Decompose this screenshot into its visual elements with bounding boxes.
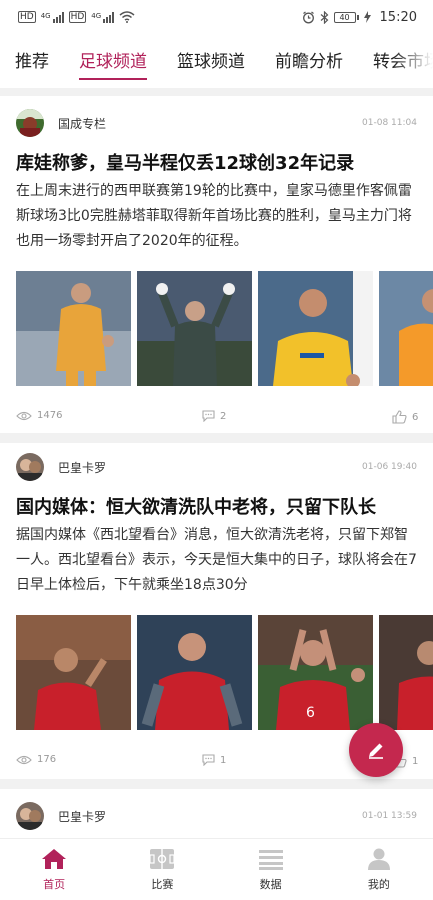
match-icon	[149, 848, 175, 869]
status-bar: HD 4G HD 4G 40 15:20	[0, 0, 433, 34]
article-image[interactable]	[137, 615, 252, 730]
card-separator	[0, 433, 433, 443]
article-header: 巴皇卡罗 01-06 19:40	[16, 447, 417, 487]
comments-count: 1	[220, 754, 227, 766]
author-avatar[interactable]	[16, 802, 44, 830]
article-header: 国成专栏 01-08 11:04	[16, 103, 417, 143]
bluetooth-icon	[320, 10, 328, 24]
likes-count: 6	[412, 411, 419, 423]
views-count: 1476	[37, 410, 63, 421]
wifi-icon	[119, 11, 135, 23]
publish-time: 01-08 11:04	[362, 118, 417, 128]
views-stat: 176	[16, 754, 56, 765]
article-card[interactable]: 巴皇卡罗 01-01 13:59	[0, 796, 433, 836]
category-tabs: 推荐 足球频道 篮球频道 前瞻分析 转会市场	[0, 38, 433, 88]
article-image[interactable]	[16, 615, 131, 730]
article-image[interactable]	[379, 271, 433, 386]
svg-text:6: 6	[306, 705, 315, 721]
charging-icon	[363, 11, 371, 23]
pencil-icon	[369, 743, 383, 759]
nav-label: 首页	[43, 877, 66, 891]
nav-label: 数据	[259, 877, 282, 891]
article-title[interactable]: 库娃称爹，皇马半程仅丢12球创32年记录	[16, 151, 417, 177]
tab-basketball[interactable]: 篮球频道	[162, 38, 260, 88]
likes-stat[interactable]: 6	[392, 410, 418, 424]
publish-time: 01-01 13:59	[362, 811, 417, 821]
nav-match[interactable]: 比赛	[108, 839, 216, 900]
nav-profile[interactable]: 我的	[325, 839, 433, 900]
nav-label: 我的	[367, 877, 390, 891]
status-left: HD 4G HD 4G	[18, 11, 135, 23]
article-images	[16, 271, 433, 386]
eye-icon	[16, 411, 32, 420]
thumbs-up-icon	[392, 410, 407, 424]
views-stat: 1476	[16, 410, 62, 421]
sim2-icon: HD	[68, 11, 87, 23]
article-image[interactable]	[258, 271, 373, 386]
article-image[interactable]: 6	[258, 615, 373, 730]
author-name[interactable]: 国成专栏	[58, 115, 362, 132]
author-name[interactable]: 巴皇卡罗	[58, 459, 362, 476]
data-icon	[258, 849, 283, 870]
author-avatar[interactable]	[16, 453, 44, 481]
author-avatar[interactable]	[16, 109, 44, 137]
signal2-icon: 4G	[91, 11, 115, 23]
article-header: 巴皇卡罗 01-01 13:59	[16, 796, 417, 836]
profile-icon	[367, 848, 390, 870]
article-image[interactable]	[137, 271, 252, 386]
article-title[interactable]: 国内媒体：恒大欲清洗队中老将，只留下队长	[16, 495, 417, 521]
nav-label: 比赛	[151, 877, 174, 891]
nav-home[interactable]: 首页	[0, 839, 108, 900]
tab-recommend[interactable]: 推荐	[0, 38, 64, 88]
tabs-divider	[0, 88, 433, 96]
comments-stat[interactable]: 1	[202, 754, 226, 766]
article-images: 6	[16, 615, 433, 730]
status-right: 40 15:20	[302, 10, 417, 25]
article-summary[interactable]: 在上周末进行的西甲联赛第19轮的比赛中，皇家马德里作客佩雷斯球场3比0完胜赫塔菲…	[16, 179, 417, 254]
views-count: 176	[37, 754, 57, 765]
battery-icon: 40	[333, 11, 359, 23]
tabs-fade	[393, 38, 433, 88]
card-separator	[0, 779, 433, 789]
comments-count: 2	[220, 410, 227, 422]
compose-button[interactable]	[349, 723, 403, 777]
article-card[interactable]: 国成专栏 01-08 11:04 库娃称爹，皇马半程仅丢12球创32年记录 在上…	[0, 103, 433, 436]
bottom-nav: 首页 比赛 数据 我的	[0, 838, 433, 900]
comments-stat[interactable]: 2	[202, 410, 226, 422]
eye-icon	[16, 755, 32, 764]
article-summary[interactable]: 据国内媒体《西北望看台》消息，恒大欲清洗老将，只留下郑智一人。西北望看台》表示，…	[16, 523, 417, 598]
sim1-icon: HD	[18, 11, 36, 23]
signal1-icon: 4G	[41, 11, 64, 23]
clock: 15:20	[379, 9, 417, 25]
article-image[interactable]	[379, 615, 433, 730]
nav-data[interactable]: 数据	[217, 839, 325, 900]
home-icon	[42, 848, 67, 869]
publish-time: 01-06 19:40	[362, 462, 417, 472]
article-stats: 1476 2 6	[16, 400, 418, 436]
alarm-icon	[302, 11, 314, 23]
tab-preview-analysis[interactable]: 前瞻分析	[260, 38, 358, 88]
article-image[interactable]	[16, 271, 131, 386]
likes-count: 1	[412, 755, 419, 767]
author-name[interactable]: 巴皇卡罗	[58, 808, 362, 825]
comment-icon	[202, 754, 215, 766]
comment-icon	[202, 410, 215, 422]
tab-football[interactable]: 足球频道	[64, 38, 162, 88]
